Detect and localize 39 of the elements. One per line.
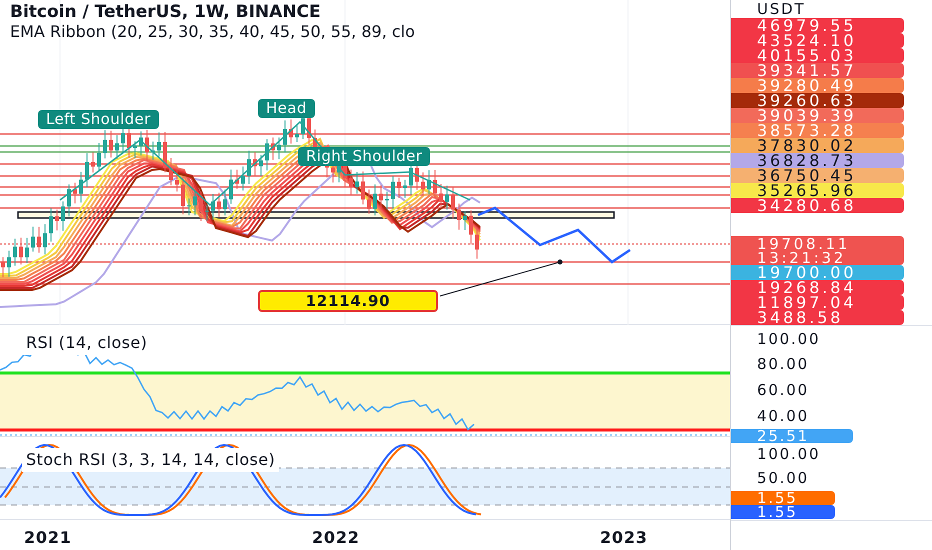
- rsi-axis-label: 60.00: [756, 380, 810, 402]
- price-tag: 43524.10: [731, 33, 904, 48]
- price-tag: 36828.73: [731, 153, 904, 168]
- price-callout: 12114.90: [258, 290, 438, 312]
- price-tag: 39039.39: [731, 108, 904, 123]
- time-axis-label: 2021: [24, 527, 72, 549]
- price-tag: 39341.57: [731, 63, 904, 78]
- price-tag: 46979.55: [731, 18, 904, 33]
- stoch-rsi-legend: Stoch RSI (3, 3, 14, 14, close): [22, 448, 280, 472]
- price-tag: 11897.04: [731, 295, 904, 310]
- stoch-axis-label: 50.00: [756, 468, 810, 489]
- pattern-label: Head: [258, 99, 315, 118]
- stoch-value-tag: 1.55: [731, 491, 835, 505]
- rsi-axis-label: 100.00: [756, 328, 822, 350]
- price-tag: 19700.00: [731, 265, 904, 280]
- price-tag: 36750.45: [731, 168, 904, 183]
- time-axis-label: 2023: [600, 527, 648, 549]
- price-tag: 39280.49: [731, 78, 904, 93]
- price-tag: 19268.84: [731, 280, 904, 295]
- stoch-axis-label: 100.00: [756, 444, 822, 465]
- price-tag: 37830.02: [731, 138, 904, 153]
- indicator-legend: EMA Ribbon (20, 25, 30, 35, 40, 45, 50, 55, 89, clo: [10, 22, 415, 41]
- price-tag: 3488.58: [731, 310, 904, 325]
- bar-countdown: 13:21:32: [757, 250, 846, 264]
- rsi-axis-label: 40.00: [756, 406, 810, 427]
- price-tag: 35265.96: [731, 183, 904, 198]
- pattern-label: Right Shoulder: [298, 147, 430, 166]
- currency-label: USDT: [756, 0, 806, 18]
- price-tag: 38573.28: [731, 123, 904, 138]
- price-tag: 40155.03: [731, 48, 904, 63]
- price-tag: 39260.63: [731, 93, 904, 108]
- rsi-axis-label: 80.00: [756, 354, 810, 376]
- price-tag: 34280.68: [731, 198, 904, 213]
- last-price: 19708.11: [757, 236, 852, 250]
- time-axis-label: 2022: [312, 527, 360, 549]
- rsi-value-tag: 25.51: [731, 429, 853, 443]
- stoch-value-tag: 1.55: [731, 505, 835, 519]
- chart-title: Bitcoin / TetherUS, 1W, BINANCE: [10, 3, 322, 22]
- pattern-label: Left Shoulder: [38, 110, 159, 129]
